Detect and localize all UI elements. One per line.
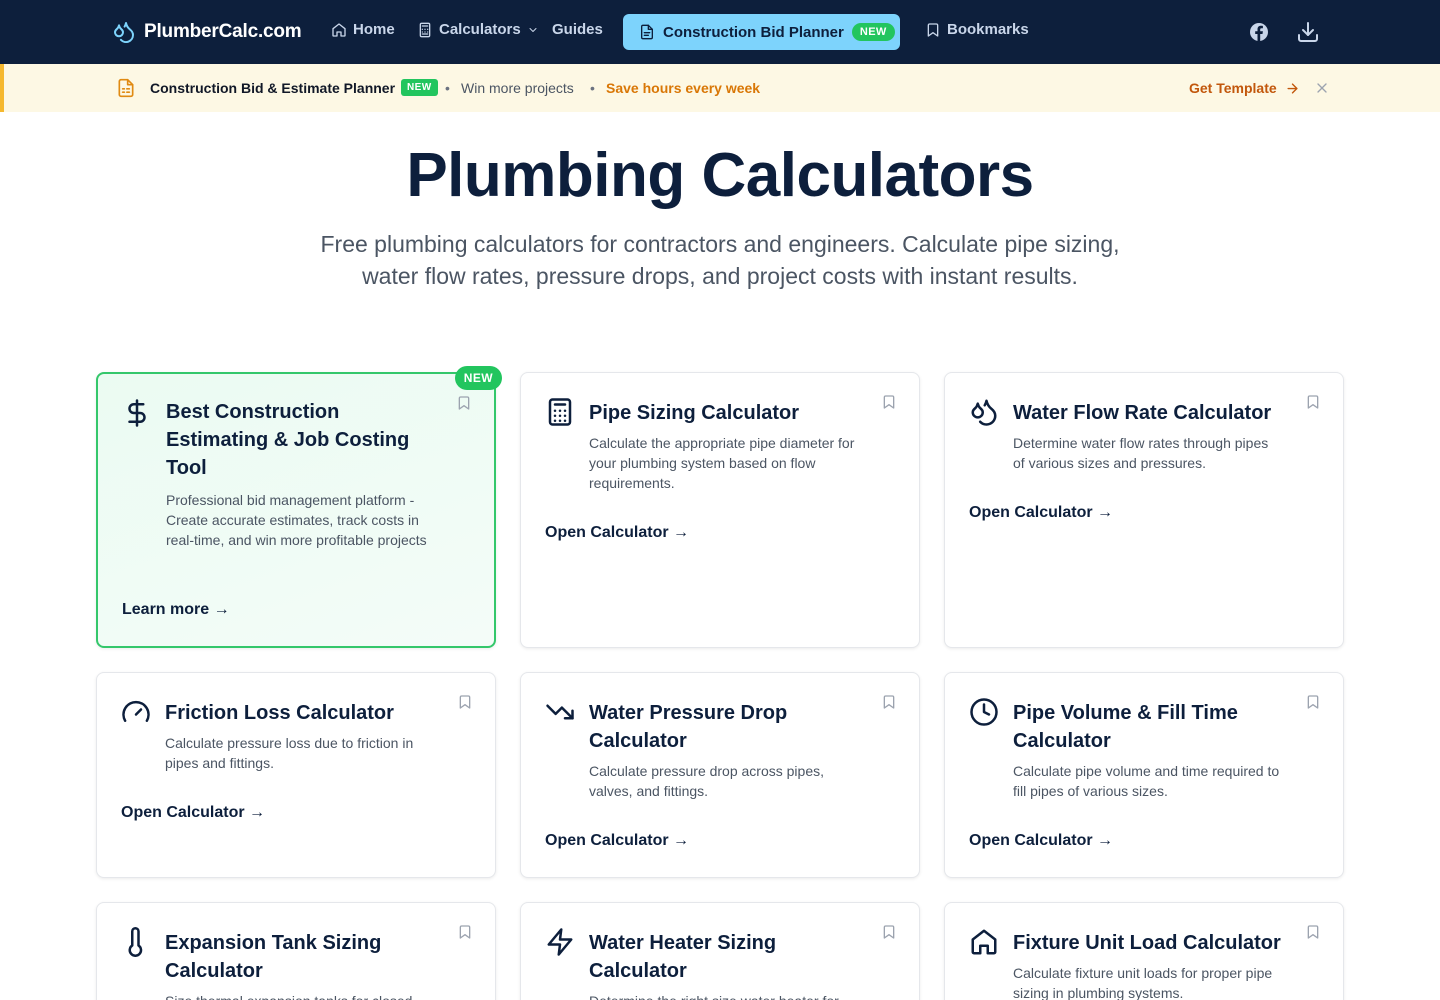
arrow-right-icon xyxy=(1287,82,1298,94)
separator-dot: • xyxy=(590,80,595,96)
gauge-icon xyxy=(122,700,150,722)
bookmark-icon[interactable] xyxy=(881,393,897,411)
close-icon[interactable] xyxy=(1314,80,1330,96)
card-title: Pipe Sizing Calculator xyxy=(589,402,800,424)
calculator-card-friction-loss[interactable]: Friction Loss Calculator Calculate press… xyxy=(96,672,496,878)
card-description: Determine the right size water heater fo… xyxy=(589,991,869,1000)
card-description: Determine water flow rates through pipes… xyxy=(1013,435,1269,471)
thermometer-icon xyxy=(128,927,143,957)
page-title: Plumbing Calculators xyxy=(406,141,1034,210)
bookmark-icon[interactable] xyxy=(881,923,897,941)
card-description: Calculate the appropriate pipe diameter … xyxy=(589,435,855,491)
open-calculator-link[interactable]: Open Calculator → xyxy=(121,804,265,822)
nav-bookmarks-label: Bookmarks xyxy=(947,21,1029,38)
card-description: Professional bid management platform - C… xyxy=(166,492,427,548)
trending-down-icon xyxy=(546,704,574,720)
calculator-card-water-flow-rate[interactable]: Water Flow Rate Calculator Determine wat… xyxy=(944,372,1344,648)
calculator-card-fixture-unit-load[interactable]: Fixture Unit Load Calculator Calculate f… xyxy=(944,902,1344,1000)
nav-home-link[interactable]: Home xyxy=(331,21,395,38)
bookmark-icon[interactable] xyxy=(1305,393,1321,411)
nav-guides-link[interactable]: Guides xyxy=(552,21,603,38)
document-icon xyxy=(641,24,653,40)
droplets-icon xyxy=(971,399,997,426)
open-calculator-link[interactable]: Open Calculator → xyxy=(545,524,689,542)
card-description: Size thermal expansion tanks for closed xyxy=(165,991,445,1000)
get-template-label: Get Template xyxy=(1189,80,1277,96)
calculator-card-pipe-sizing[interactable]: Pipe Sizing Calculator Calculate the app… xyxy=(520,372,920,648)
card-title: Water Flow Rate Calculator xyxy=(1013,402,1272,424)
nav-guides-label: Guides xyxy=(552,21,603,38)
announcement-text: Win more projects xyxy=(461,80,574,96)
nav-calculators-dropdown[interactable]: Calculators xyxy=(417,21,539,38)
card-title: Friction Loss Calculator xyxy=(165,702,394,724)
calculator-icon xyxy=(548,398,572,426)
card-title: Best Construction Estimating & Job Costi… xyxy=(166,401,410,479)
dollar-icon xyxy=(128,399,146,427)
calculator-icon xyxy=(419,22,431,37)
bookmark-icon[interactable] xyxy=(1305,693,1321,711)
home-icon xyxy=(971,929,997,955)
spreadsheet-icon xyxy=(118,78,134,98)
card-title: Pipe Volume & Fill Time Calculator xyxy=(1013,702,1238,752)
bookmark-icon[interactable] xyxy=(456,394,472,412)
bookmark-icon[interactable] xyxy=(457,693,473,711)
zap-icon xyxy=(547,928,573,956)
card-title: Fixture Unit Load Calculator xyxy=(1013,932,1281,954)
facebook-icon[interactable] xyxy=(1247,20,1271,44)
brand-logo-link[interactable]: PlumberCalc.com xyxy=(112,20,302,44)
announcement-highlight: Save hours every week xyxy=(606,80,761,96)
announcement-bar: Construction Bid & Estimate Planner NEW … xyxy=(0,64,1440,112)
chevron-down-icon xyxy=(529,27,537,32)
top-navbar: PlumberCalc.com Home Calculators Guides … xyxy=(0,0,1440,64)
card-description: Calculate fixture unit loads for proper … xyxy=(1013,965,1273,1000)
brand-name: PlumberCalc.com xyxy=(144,21,302,42)
announcement-title: Construction Bid & Estimate Planner xyxy=(150,80,396,96)
calculator-card-pipe-volume[interactable]: Pipe Volume & Fill Time Calculator Calcu… xyxy=(944,672,1344,878)
open-calculator-link[interactable]: Open Calculator → xyxy=(545,832,689,850)
new-badge: NEW xyxy=(454,366,502,390)
bookmark-icon xyxy=(927,22,939,37)
nav-construction-bid-planner-button[interactable]: Construction Bid Planner NEW xyxy=(623,14,900,50)
get-template-link[interactable]: Get Template xyxy=(1189,80,1300,96)
nav-calculators-label: Calculators xyxy=(439,21,521,38)
calculator-card-water-pressure-drop[interactable]: Water Pressure Drop Calculator Calculate… xyxy=(520,672,920,878)
learn-more-link[interactable]: Learn more → xyxy=(122,601,230,619)
card-title: Water Pressure Drop Calculator xyxy=(589,702,788,752)
announcement-new-badge: NEW xyxy=(401,79,438,96)
bookmark-icon[interactable] xyxy=(881,693,897,711)
bookmark-icon[interactable] xyxy=(457,923,473,941)
clock-icon xyxy=(970,698,998,726)
page-subtitle: Free plumbing calculators for contractor… xyxy=(320,231,1120,289)
open-calculator-link[interactable]: Open Calculator → xyxy=(969,504,1113,522)
card-description: Calculate pipe volume and time required … xyxy=(1013,763,1280,799)
download-icon[interactable] xyxy=(1296,20,1320,44)
new-badge: NEW xyxy=(851,23,895,41)
separator-dot: • xyxy=(445,80,450,96)
nav-home-label: Home xyxy=(353,21,395,38)
card-title: Water Heater Sizing Calculator xyxy=(589,932,777,982)
calculator-card-estimating-tool[interactable]: NEW Best Construction Estimating & Job C… xyxy=(96,366,502,648)
home-icon xyxy=(332,22,346,37)
card-description: Calculate pressure loss due to friction … xyxy=(165,735,414,771)
card-description: Calculate pressure drop across pipes, va… xyxy=(589,763,825,799)
calculator-card-water-heater[interactable]: Water Heater Sizing Calculator Determine… xyxy=(520,902,920,1000)
bookmark-icon[interactable] xyxy=(1305,923,1321,941)
open-calculator-link[interactable]: Open Calculator → xyxy=(969,832,1113,850)
card-title: Expansion Tank Sizing Calculator xyxy=(165,932,382,982)
nav-planner-label: Construction Bid Planner xyxy=(663,23,844,41)
nav-bookmarks-link[interactable]: Bookmarks xyxy=(925,21,1029,38)
calculator-card-expansion-tank[interactable]: Expansion Tank Sizing Calculator Size th… xyxy=(96,902,496,1000)
droplets-logo-icon xyxy=(114,22,134,43)
